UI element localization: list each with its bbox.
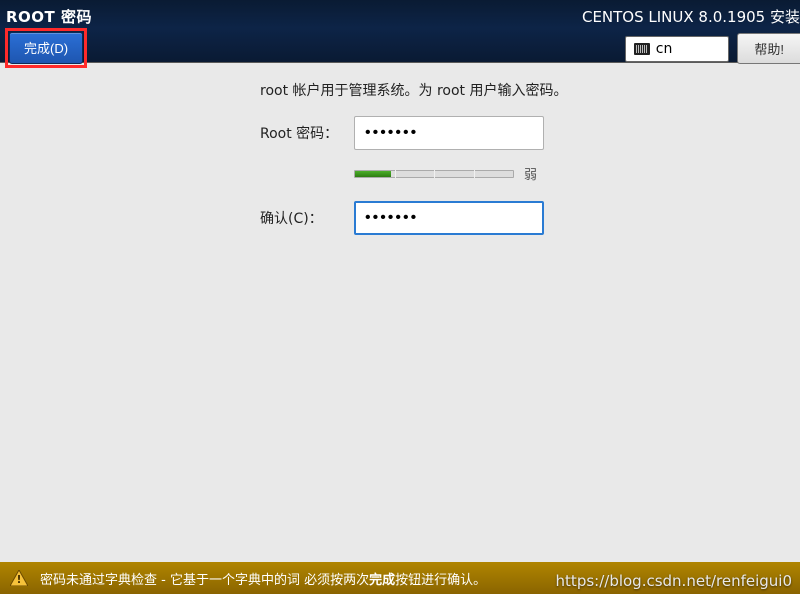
svg-text:!: ! [16, 573, 21, 586]
password-strength-fill [355, 171, 391, 177]
header-right: CENTOS LINUX 8.0.1905 安装 cn 帮助! [582, 6, 800, 64]
strength-row: 弱 [354, 164, 800, 183]
header-right-row: cn 帮助! [625, 33, 800, 64]
keyboard-icon [634, 43, 650, 55]
warning-pre: 密码未通过字典检查 - 它基于一个字典中的词 必须按两次 [40, 573, 369, 588]
description-text: root 帐户用于管理系统。为 root 用户输入密码。 [260, 80, 800, 100]
confirm-row: 确认(C)： [260, 201, 800, 235]
help-button[interactable]: 帮助! [737, 33, 800, 64]
done-button-highlight: 完成(D) [5, 28, 87, 68]
done-button[interactable]: 完成(D) [9, 32, 83, 64]
warning-bold: 完成 [369, 573, 395, 588]
password-strength-text: 弱 [524, 164, 537, 183]
warning-text: 密码未通过字典检查 - 它基于一个字典中的词 必须按两次完成按钮进行确认。 [40, 569, 486, 588]
password-strength-bar [354, 170, 514, 178]
warning-icon: ! [10, 570, 28, 586]
installer-header: ROOT 密码 完成(D) CENTOS LINUX 8.0.1905 安装 c… [0, 0, 800, 63]
confirm-password-input[interactable] [354, 201, 544, 235]
installer-title: CENTOS LINUX 8.0.1905 安装 [582, 6, 800, 27]
root-password-input[interactable] [354, 116, 544, 150]
confirm-label: 确认(C)： [260, 208, 354, 228]
warning-post: 按钮进行确认。 [395, 573, 486, 588]
main-content: root 帐户用于管理系统。为 root 用户输入密码。 Root 密码： 弱 … [0, 80, 800, 249]
password-row: Root 密码： [260, 116, 800, 150]
keyboard-layout-indicator[interactable]: cn [625, 36, 730, 62]
password-label: Root 密码： [260, 123, 354, 143]
keyboard-layout-code: cn [656, 41, 673, 57]
watermark-text: https://blog.csdn.net/renfeigui0 [556, 572, 792, 590]
